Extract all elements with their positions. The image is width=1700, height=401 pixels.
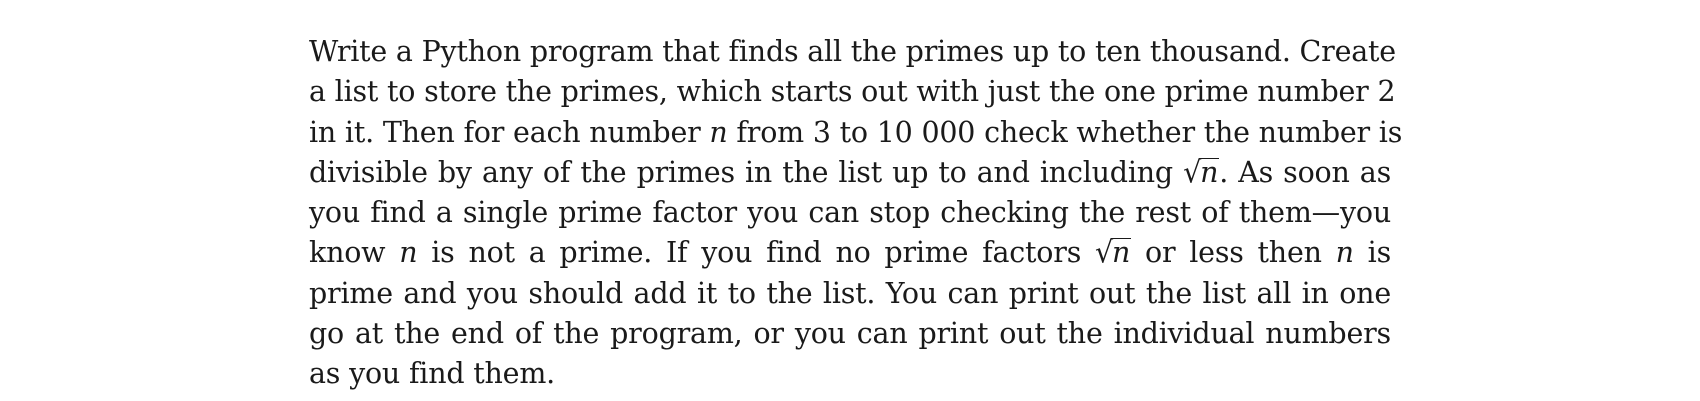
radical-sign-icon: √ [1183, 155, 1202, 190]
paragraph-line: Write a Python program that finds all th… [309, 32, 1396, 72]
document-page: Write a Python program that finds all th… [0, 0, 1700, 401]
text-run: go at the end of the program, or you can… [309, 317, 1391, 351]
text-run: is [1353, 236, 1392, 270]
text-run: you find a single prime factor you can s… [309, 196, 1391, 230]
text-run: in it. Then for each number [309, 115, 710, 149]
text-run: prime and you should add it to the list.… [309, 276, 1391, 310]
paragraph-line: know n is not a prime. If you find no pr… [309, 233, 1391, 273]
paragraph-line: a list to store the primes, which starts… [309, 72, 1396, 112]
text-run: as you find them. [309, 357, 556, 391]
paragraph-line: divisible by any of the primes in the li… [309, 153, 1391, 193]
radicand: n [1110, 236, 1132, 270]
square-root-expression: √n [1095, 233, 1132, 273]
square-root-expression: √n [1183, 153, 1220, 193]
text-run: divisible by any of the primes in the li… [309, 155, 1184, 189]
paragraph-line: you find a single prime factor you can s… [309, 193, 1391, 233]
math-variable: n [709, 115, 728, 149]
text-run: a list to store the primes, which starts… [309, 75, 1396, 109]
text-run: is not a prime. If you find no prime fac… [417, 236, 1095, 270]
text-run: or less then [1131, 236, 1336, 270]
paragraph-line: prime and you should add it to the list.… [309, 274, 1391, 314]
paragraph-line: in it. Then for each number n from 3 to … [309, 113, 1402, 153]
radical-sign-icon: √ [1095, 235, 1113, 271]
text-run: from 3 to 10 000 check whether the numbe… [727, 115, 1403, 149]
text-run: Write a Python program that finds all th… [309, 35, 1396, 68]
math-variable: n [1335, 236, 1354, 270]
radicand: n [1199, 155, 1220, 189]
exercise-paragraph: Write a Python program that finds all th… [309, 32, 1402, 395]
text-run: know [309, 236, 400, 270]
paragraph-line: as you find them. [309, 354, 1391, 394]
paragraph-line: go at the end of the program, or you can… [309, 314, 1391, 354]
text-run: . As soon as [1219, 155, 1392, 189]
math-variable: n [399, 236, 418, 270]
